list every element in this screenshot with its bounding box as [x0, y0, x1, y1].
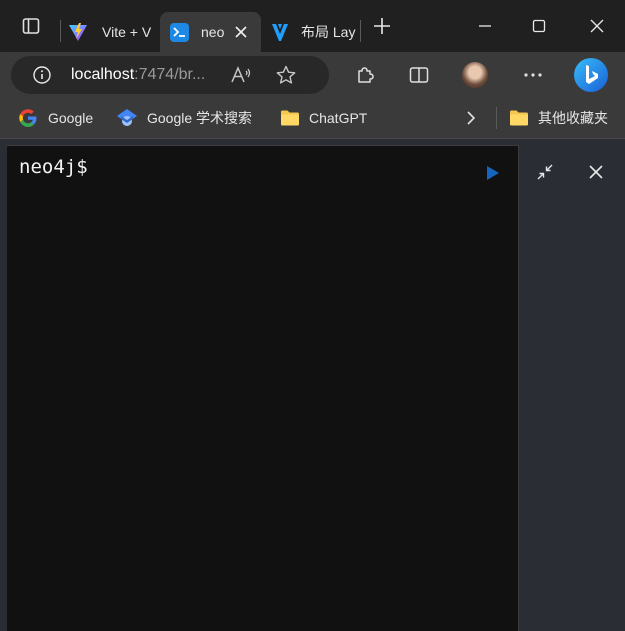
bookmarks-overflow-button[interactable]: [466, 107, 476, 129]
minimize-icon: [479, 25, 491, 27]
folder-icon: [281, 110, 299, 126]
bing-icon: [574, 58, 608, 92]
address-bar[interactable]: localhost :7474/br...: [11, 56, 329, 94]
read-aloud-icon[interactable]: [230, 65, 252, 85]
bookmark-label: 其他收藏夹: [538, 110, 608, 126]
terminal-icon: [170, 22, 189, 42]
plus-icon: [374, 18, 390, 34]
extensions-button[interactable]: [350, 60, 380, 90]
tab-actions-button[interactable]: [11, 6, 51, 46]
collapse-icon: [537, 164, 553, 180]
tab-title: Vite + V: [102, 24, 152, 40]
puzzle-icon: [358, 67, 374, 83]
site-info-icon[interactable]: [33, 66, 51, 84]
address-rest: :7474/br...: [134, 66, 206, 83]
vite-icon: [69, 23, 87, 41]
tab-layui[interactable]: 布局 Lay: [268, 12, 358, 52]
bookmark-label: Google: [48, 110, 94, 126]
maximize-icon: [532, 19, 546, 33]
close-tab-icon[interactable]: [235, 26, 247, 38]
tab-separator: [360, 20, 361, 42]
favorite-star-icon[interactable]: [276, 65, 296, 85]
avatar: [462, 62, 488, 88]
bookmarks-bar: Google Google 学术搜索 ChatGPT 其他收藏夹: [0, 98, 625, 139]
bookmark-other-favorites[interactable]: 其他收藏夹: [509, 107, 608, 129]
ellipsis-icon: [524, 73, 542, 77]
editor-prompt: neo4j$: [19, 156, 88, 178]
bookmark-label: ChatGPT: [309, 110, 368, 126]
address-host: localhost: [71, 66, 135, 83]
bookmark-label: Google 学术搜索: [147, 110, 253, 126]
new-tab-button[interactable]: [362, 6, 402, 46]
run-query-button[interactable]: [481, 161, 505, 185]
tab-strip: Vite + V neo 布局 Lay: [0, 0, 625, 52]
profile-button[interactable]: [460, 60, 490, 90]
google-icon: [19, 109, 37, 127]
tab-actions-icon: [22, 18, 40, 34]
close-icon: [589, 165, 603, 179]
close-window-button[interactable]: [577, 6, 617, 46]
bookmark-google-scholar[interactable]: Google 学术搜索: [116, 107, 252, 129]
tab-title: neo: [201, 24, 225, 40]
collapse-editor-button[interactable]: [533, 160, 557, 184]
scholar-icon: [117, 109, 137, 126]
cypher-editor[interactable]: neo4j$: [7, 145, 519, 631]
bookmark-google[interactable]: Google: [18, 107, 93, 129]
toolbar: localhost :7474/br...: [0, 52, 625, 98]
folder-icon: [510, 110, 528, 126]
play-icon: [487, 166, 499, 180]
tab-separator: [60, 20, 61, 42]
minimize-button[interactable]: [465, 6, 505, 46]
split-screen-button[interactable]: [404, 60, 434, 90]
chevron-right-icon: [467, 111, 476, 125]
split-screen-icon: [409, 67, 429, 83]
bookmark-chatgpt[interactable]: ChatGPT: [280, 107, 367, 129]
layui-icon: [272, 24, 288, 41]
copilot-button[interactable]: [571, 55, 611, 95]
tab-vite[interactable]: Vite + V: [66, 12, 158, 52]
more-options-button[interactable]: [518, 60, 548, 90]
close-editor-button[interactable]: [584, 160, 608, 184]
bookmarks-divider: [496, 107, 497, 129]
tab-title: 布局 Lay: [301, 24, 356, 40]
close-icon: [590, 19, 604, 33]
maximize-button[interactable]: [519, 6, 559, 46]
tab-neo4j[interactable]: neo: [160, 12, 261, 52]
page-content: neo4j$: [0, 139, 625, 631]
